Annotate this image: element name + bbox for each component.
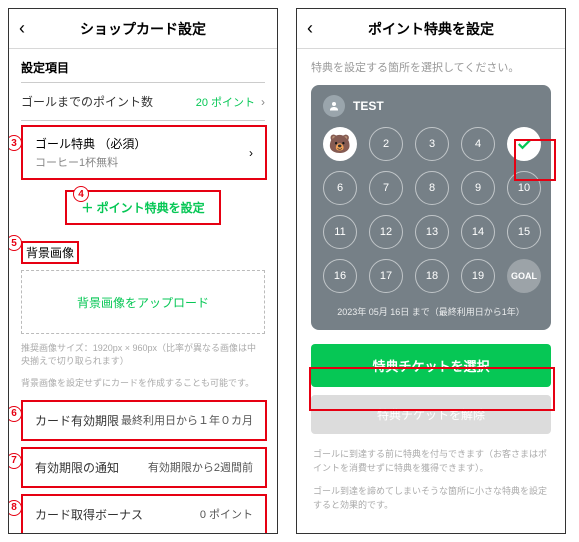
shop-avatar-icon [323, 95, 345, 117]
goal-reward-label: ゴール特典 （必須） [35, 135, 249, 152]
goal-points-value: 20 ポイント [196, 94, 255, 110]
card-expiry-value: 最終利用日から１年０カ月 [121, 412, 253, 428]
back-button[interactable]: ‹ [19, 18, 39, 39]
right-screen: ‹ ポイント特典を設定 特典を設定する箇所を選択してください。 TEST 🐻 23… [296, 8, 566, 534]
stamp-slot[interactable]: 15 [507, 215, 541, 249]
badge-7: 7 [8, 453, 22, 469]
bg-hint-2: 背景画像を設定せずにカードを作成することも可能です。 [9, 377, 277, 400]
stamp-slot[interactable]: 19 [461, 259, 495, 293]
acquisition-bonus-value: 0 ポイント [200, 506, 253, 522]
page-title: ショップカード設定 [39, 19, 247, 39]
goal-reward-value: コーヒー1杯無料 [35, 154, 249, 170]
acquisition-bonus-row[interactable]: カード取得ボーナス 0 ポイント [21, 494, 267, 534]
expiry-notify-value: 有効期限から2週間前 [148, 459, 253, 475]
badge-5: 5 [8, 235, 22, 251]
stamp-slot[interactable]: 8 [415, 171, 449, 205]
note-1: ゴールに到達する前に特典を付与できます（お客さまはポイントを消費せずに特典を獲得… [297, 448, 565, 485]
note-2: ゴール到達を諦めてしまいそうな箇所に小さな特典を設定すると効果的です。 [297, 485, 565, 522]
release-ticket-button: 特典チケットを解除 [311, 395, 551, 434]
stamp-slot[interactable]: 17 [369, 259, 403, 293]
goal-points-row[interactable]: ゴールまでのポイント数 20 ポイント › [9, 83, 277, 120]
stamp-slot[interactable]: 6 [323, 171, 357, 205]
badge-6: 6 [8, 406, 22, 422]
badge-3: 3 [8, 135, 22, 151]
chevron-right-icon: › [261, 95, 265, 109]
badge-4: 4 [73, 186, 89, 202]
shop-name: TEST [353, 99, 384, 113]
badge-8: 8 [8, 500, 22, 516]
header: ‹ ショップカード設定 [9, 9, 277, 49]
bg-upload-text: 背景画像をアップロード [77, 294, 209, 311]
select-ticket-button[interactable]: 特典チケットを選択 [311, 344, 551, 387]
helper-text: 特典を設定する箇所を選択してください。 [297, 49, 565, 85]
stamp-slot[interactable]: 4 [461, 127, 495, 161]
chevron-right-icon: › [249, 146, 253, 160]
stamp-slot[interactable]: 2 [369, 127, 403, 161]
stamp-slot[interactable]: 18 [415, 259, 449, 293]
goal-reward-row[interactable]: ゴール特典 （必須） コーヒー1杯無料 › [21, 125, 267, 180]
acquisition-bonus-label: カード取得ボーナス [35, 506, 200, 523]
bg-image-label: 背景画像 [21, 241, 79, 264]
card-expiry-label: カード有効期限 [35, 412, 121, 429]
stamp-slot[interactable]: 3 [415, 127, 449, 161]
stamp-grid: 🐻 234 6789 10 11 12 13 14 15 16 17 18 19 GOAL [323, 127, 539, 293]
card-expiry-text: 2023年 05月 16日 まで（最終利用日から1年） [323, 305, 539, 318]
stamp-slot[interactable]: 13 [415, 215, 449, 249]
stamp-slot[interactable]: 10 [507, 171, 541, 205]
stamp-slot[interactable]: 11 [323, 215, 357, 249]
stamp-check-icon[interactable] [507, 127, 541, 161]
stamp-goal[interactable]: GOAL [507, 259, 541, 293]
card-expiry-row[interactable]: カード有効期限 最終利用日から１年０カ月 [21, 400, 267, 441]
expiry-notify-row[interactable]: 有効期限の通知 有効期限から2週間前 [21, 447, 267, 488]
expiry-notify-label: 有効期限の通知 [35, 459, 148, 476]
bg-upload-area[interactable]: 背景画像をアップロード [21, 270, 265, 334]
stamp-slot[interactable]: 9 [461, 171, 495, 205]
bg-hint-1: 推奨画像サイズ：1920px × 960px（比率が異なる画像は中央揃えで切り取… [9, 342, 277, 377]
header: ‹ ポイント特典を設定 [297, 9, 565, 49]
back-button[interactable]: ‹ [307, 18, 327, 39]
stamp-bear-icon[interactable]: 🐻 [323, 127, 357, 161]
left-screen: ‹ ショップカード設定 設定項目 ゴールまでのポイント数 20 ポイント › 3… [8, 8, 278, 534]
stamp-card: TEST 🐻 234 6789 10 11 12 13 14 15 16 17 18 19 GOAL 20… [311, 85, 551, 330]
stamp-slot[interactable]: 14 [461, 215, 495, 249]
goal-points-label: ゴールまでのポイント数 [21, 93, 196, 110]
stamp-slot[interactable]: 16 [323, 259, 357, 293]
stamp-slot[interactable]: 7 [369, 171, 403, 205]
section-header: 設定項目 [9, 49, 277, 82]
page-title: ポイント特典を設定 [327, 19, 535, 39]
stamp-slot[interactable]: 12 [369, 215, 403, 249]
